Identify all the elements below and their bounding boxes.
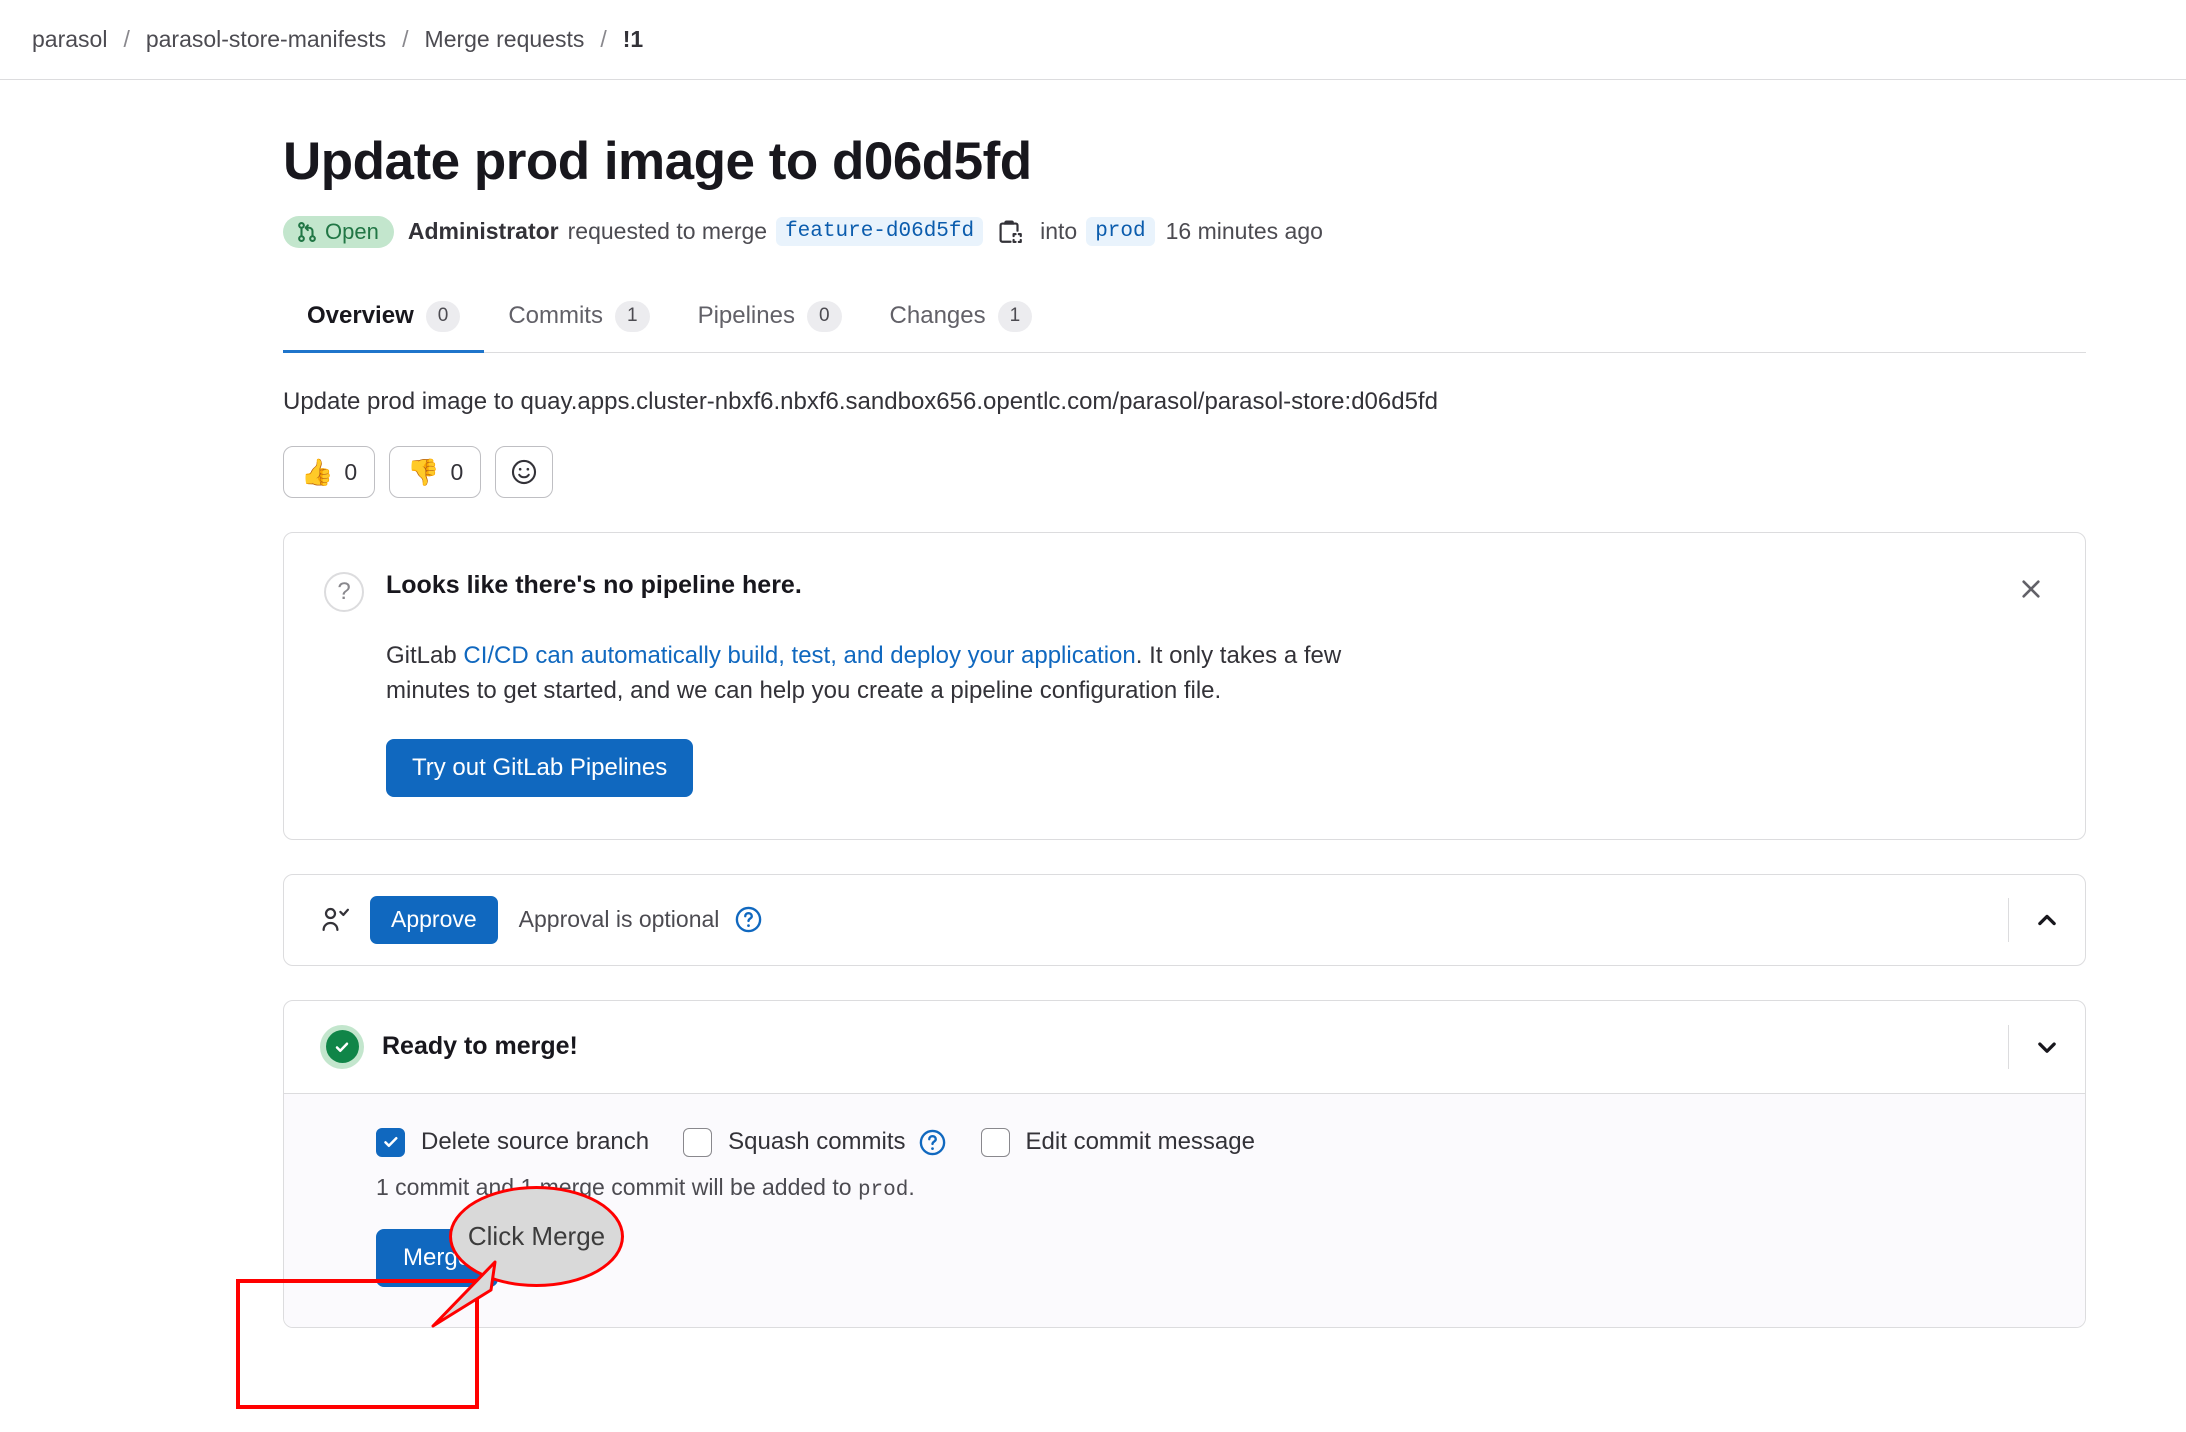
page-title: Update prod image to d06d5fd [283,132,1032,191]
tab-overview-count: 0 [425,300,461,332]
status-badge-label: Open [325,218,379,244]
merge-button[interactable]: Merge [376,1228,499,1287]
question-mark-icon: ? [324,572,364,613]
pipeline-card-header: ? Looks like there's no pipeline here. [284,533,2085,613]
mr-timestamp: 16 minutes ago [1165,218,1323,245]
thumbsup-count: 0 [344,458,358,485]
merge-request-meta: Open Administrator requested to merge fe… [283,215,2086,249]
smiley-icon [512,460,537,485]
breadcrumb: parasol / parasol-store-manifests / Merg… [0,0,2186,80]
commit-note: 1 commit and 1 merge commit will be adde… [376,1174,2045,1202]
close-icon[interactable] [2011,569,2051,609]
add-reaction-button[interactable] [495,446,554,499]
question-circle-icon[interactable] [734,905,763,934]
breadcrumb-separator: / [600,26,607,52]
tab-commits-count: 1 [614,300,650,332]
commit-note-prefix: 1 commit and 1 merge commit will be adde… [376,1173,858,1200]
squash-commits-label: Squash commits [728,1128,906,1156]
thumbsdown-reaction[interactable]: 👎 0 [389,446,482,499]
tab-changes[interactable]: Changes 1 [866,287,1057,353]
commit-note-suffix: . [908,1173,915,1200]
breadcrumb-separator: / [123,26,130,52]
mr-action-text: requested to merge [567,218,768,245]
breadcrumb-item-merge-requests[interactable]: Merge requests [425,26,585,53]
merge-request-tabs: Overview 0 Commits 1 Pipelines 0 Changes… [283,287,2086,353]
approve-button[interactable]: Approve [370,895,498,944]
breadcrumb-item-group[interactable]: parasol [32,26,107,53]
question-circle-icon[interactable] [918,1128,947,1157]
mr-author: Administrator [407,218,559,245]
approval-widget: Approve Approval is optional [283,873,2086,966]
merge-status-text: Ready to merge! [382,1032,578,1061]
chevron-up-icon[interactable] [2009,875,2085,965]
approval-status-text: Approval is optional [518,906,720,933]
tab-pipelines[interactable]: Pipelines 0 [674,287,866,353]
squash-commits-checkbox[interactable] [683,1127,713,1157]
tab-pipelines-count: 0 [806,300,842,332]
breadcrumb-item-project[interactable]: parasol-store-manifests [146,26,386,53]
copy-icon[interactable] [994,215,1028,249]
pipeline-card-title: Looks like there's no pipeline here. [386,571,802,600]
cicd-docs-link[interactable]: CI/CD can automatically build, test, and… [463,642,1135,669]
pipeline-empty-state-card: ? Looks like there's no pipeline here. G… [283,532,2086,840]
delete-source-branch-checkbox[interactable] [376,1127,405,1157]
chevron-down-icon[interactable] [2009,1001,2085,1093]
merge-request-icon [298,221,316,242]
merge-widget: Ready to merge! Delete source branch Squ… [283,999,2086,1328]
tab-pipelines-label: Pipelines [697,302,795,330]
delete-source-branch-label: Delete source branch [421,1128,650,1156]
thumbsup-reaction[interactable]: 👍 0 [283,446,376,499]
thumbsup-icon: 👍 [301,457,334,488]
check-circle-icon [320,1024,364,1069]
try-out-gitlab-pipelines-button[interactable]: Try out GitLab Pipelines [386,738,694,797]
merge-widget-body: Delete source branch Squash commits Edit… [284,1092,2085,1327]
breadcrumb-separator: / [402,26,409,52]
merge-widget-header: Ready to merge! [284,1001,2085,1093]
merge-widget-controls [2008,1001,2085,1093]
tab-overview-label: Overview [307,302,414,330]
tab-changes-label: Changes [889,302,986,330]
edit-commit-message-checkbox[interactable] [980,1127,1010,1157]
mr-into-text: into [1040,218,1078,245]
tab-commits-label: Commits [508,302,603,330]
approval-widget-controls [2008,875,2085,965]
user-check-icon [320,905,350,935]
tab-commits[interactable]: Commits 1 [484,287,673,353]
source-branch-badge[interactable]: feature-d06d5fd [776,217,984,247]
thumbsdown-count: 0 [450,458,464,485]
mr-description: Update prod image to quay.apps.cluster-n… [283,387,1438,415]
thumbsdown-icon: 👎 [407,457,440,488]
status-badge: Open [283,215,394,248]
tab-changes-count: 1 [997,300,1033,332]
target-branch-badge[interactable]: prod [1086,217,1155,247]
reaction-bar: 👍 0 👎 0 [283,446,2086,499]
tab-overview[interactable]: Overview 0 [283,287,485,353]
edit-commit-message-label: Edit commit message [1025,1128,1255,1156]
commit-note-target-branch: prod [857,1178,909,1202]
pipeline-body-prefix: GitLab [386,642,464,670]
merge-options-row: Delete source branch Squash commits Edit… [376,1127,2045,1157]
breadcrumb-item-current[interactable]: !1 [623,26,643,53]
pipeline-card-body: GitLab CI/CD can automatically build, te… [386,638,1346,709]
